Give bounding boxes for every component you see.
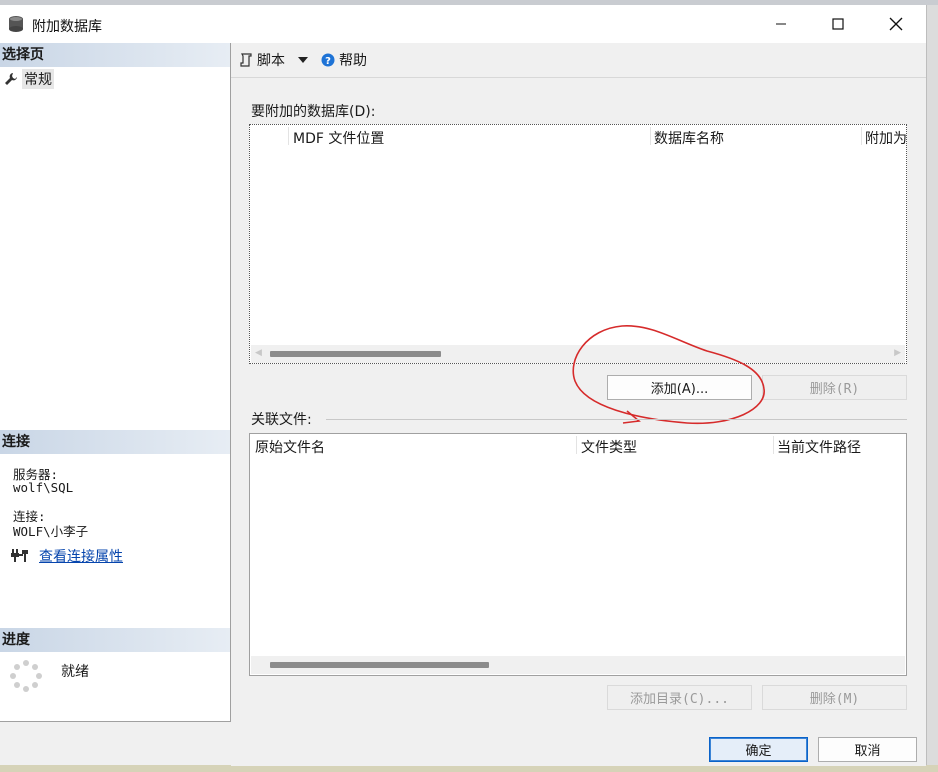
script-button[interactable]: 脚本	[239, 50, 285, 70]
cancel-button[interactable]: 取消	[818, 737, 917, 762]
left-pane: 选择页 常规 连接 服务器: wolf\SQL 连接: WOLF\小李子 查看连…	[0, 43, 231, 722]
scroll-thumb[interactable]	[270, 351, 441, 357]
column-header-original-filename[interactable]: 原始文件名	[255, 437, 325, 457]
script-icon	[240, 53, 252, 67]
remove-database-button[interactable]: 删除(R)	[762, 375, 907, 400]
nav-item-general[interactable]: 常规	[4, 69, 54, 89]
svg-text:?: ?	[325, 56, 331, 67]
connection-header: 连接	[0, 430, 230, 454]
related-files-divider	[326, 419, 907, 420]
chevron-down-icon[interactable]	[297, 55, 309, 65]
related-grid-header: 原始文件名 文件类型 当前文件路径	[250, 434, 906, 456]
scroll-right-icon[interactable]: ▶	[894, 348, 901, 358]
script-label: 脚本	[257, 53, 285, 69]
attach-databases-label: 要附加的数据库(D):	[251, 104, 376, 120]
help-icon: ?	[321, 53, 335, 67]
related-files-label: 关联文件:	[251, 412, 312, 428]
help-label: 帮助	[339, 53, 367, 69]
minimize-icon	[776, 23, 786, 25]
ok-button[interactable]: 确定	[709, 737, 808, 762]
main-content: 要附加的数据库(D): MDF 文件位置 数据库名称 附加为 ◀ ▶ 添加(A)…	[231, 77, 926, 766]
toolbar: 脚本 ? 帮助	[231, 43, 926, 77]
progress-status: 就绪	[61, 664, 89, 680]
attach-grid-header: MDF 文件位置 数据库名称 附加为	[250, 125, 907, 148]
scroll-thumb[interactable]	[270, 662, 489, 668]
connection-properties-icon	[11, 549, 28, 562]
scroll-left-icon[interactable]: ◀	[255, 348, 262, 358]
maximize-button[interactable]	[809, 5, 867, 43]
database-icon	[9, 16, 23, 32]
maximize-icon	[832, 18, 844, 30]
help-button[interactable]: ? 帮助	[321, 50, 367, 70]
progress-header: 进度	[0, 628, 230, 652]
nav-item-label: 常规	[22, 69, 54, 89]
view-connection-properties-link[interactable]: 查看连接属性	[39, 546, 123, 566]
related-grid-scrollbar[interactable]	[251, 656, 905, 674]
add-directory-button[interactable]: 添加目录(C)...	[607, 685, 752, 710]
minimize-button[interactable]	[752, 5, 810, 43]
select-page-header: 选择页	[0, 43, 230, 67]
column-header-file-type[interactable]: 文件类型	[581, 437, 637, 457]
column-header-mdf-location[interactable]: MDF 文件位置	[293, 128, 384, 148]
window-title: 附加数据库	[32, 19, 102, 35]
server-value: wolf\SQL	[13, 480, 74, 495]
remove-file-button[interactable]: 删除(M)	[762, 685, 907, 710]
background-taskbar-strip	[0, 765, 938, 772]
attach-database-dialog: 附加数据库 选择页 常规 连接 服务器: wolf\SQL 连接: WOLF\小…	[0, 5, 927, 766]
wrench-icon	[5, 73, 17, 85]
column-header-attach-as[interactable]: 附加为	[865, 128, 907, 148]
close-button[interactable]	[867, 5, 925, 43]
title-bar[interactable]: 附加数据库	[0, 5, 926, 43]
column-header-current-path[interactable]: 当前文件路径	[777, 437, 861, 457]
red-circle-annotation	[572, 325, 765, 425]
connection-value: WOLF\小李子	[13, 524, 89, 539]
close-icon	[889, 17, 903, 31]
progress-spinner-icon	[10, 660, 42, 692]
column-header-database-name[interactable]: 数据库名称	[654, 128, 724, 148]
related-files-grid[interactable]: 原始文件名 文件类型 当前文件路径	[249, 433, 907, 676]
background-app-edge	[926, 5, 938, 765]
